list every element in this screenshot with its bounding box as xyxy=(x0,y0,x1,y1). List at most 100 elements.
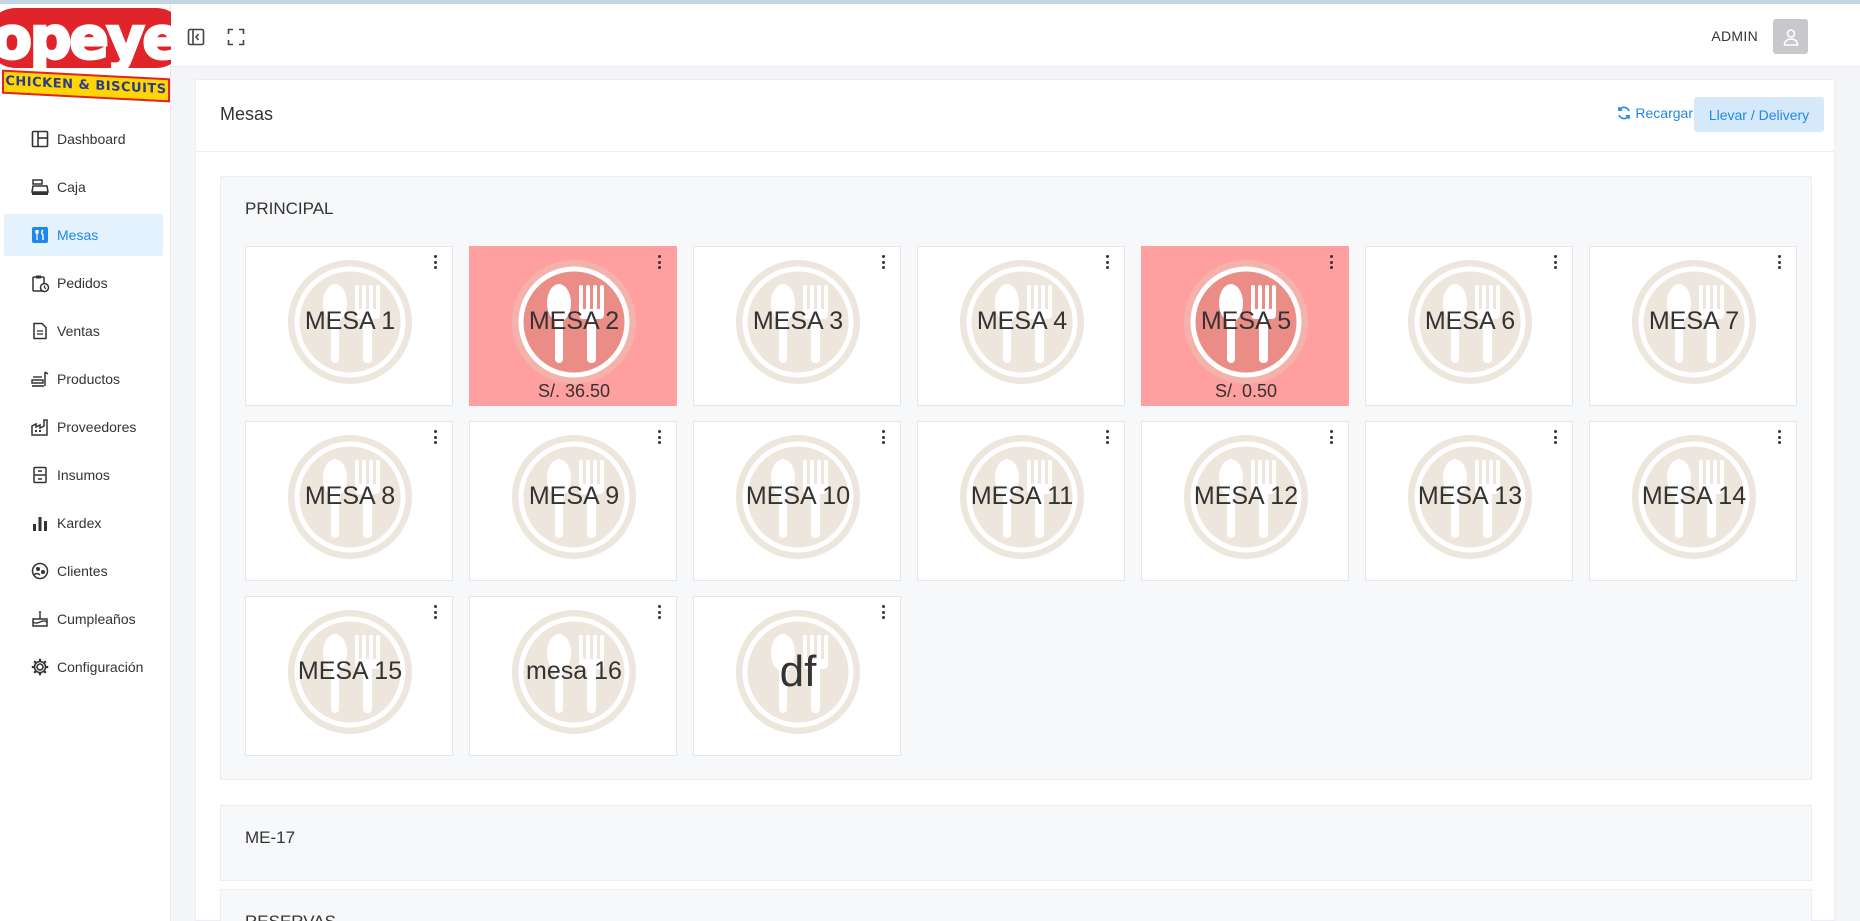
avatar[interactable] xyxy=(1773,19,1808,54)
sidebar-item-ventas[interactable]: Ventas xyxy=(4,310,163,352)
delivery-button[interactable]: Llevar / Delivery xyxy=(1694,97,1824,132)
logo-wordmark: opeye xyxy=(0,7,171,70)
sidebar-item-clientes[interactable]: Clientes xyxy=(4,550,163,592)
table-name: MESA 5 xyxy=(1200,307,1292,335)
section-me-17: ME-17 xyxy=(220,805,1812,881)
sidebar-item-caja[interactable]: Caja xyxy=(4,166,163,208)
more-vertical-icon[interactable] xyxy=(1774,253,1784,271)
sidebar-toggle-icon xyxy=(187,28,205,46)
logo-tagline: CHICKEN & BISCUITS xyxy=(2,69,170,103)
sidebar-item-label: Clientes xyxy=(57,563,108,579)
section-title: ME-17 xyxy=(245,828,296,847)
table-name: MESA 1 xyxy=(304,307,396,335)
toggle-sidebar-button[interactable] xyxy=(183,24,209,50)
section-reservas: RESERVAS xyxy=(220,889,1812,921)
table-name: MESA 8 xyxy=(304,482,396,510)
sidebar-item-cumpleanos[interactable]: Cumpleaños xyxy=(4,598,163,640)
sidebar-item-label: Ventas xyxy=(57,323,100,339)
section-title: RESERVAS xyxy=(245,912,336,921)
table-name: MESA 6 xyxy=(1424,307,1516,335)
cake-icon xyxy=(29,608,51,630)
section-title: PRINCIPAL xyxy=(245,199,334,218)
gear-icon xyxy=(29,656,51,678)
more-vertical-icon[interactable] xyxy=(430,253,440,271)
table-card[interactable]: MESA 1 xyxy=(245,246,453,406)
sidebar-item-label: Cumpleaños xyxy=(57,611,136,627)
more-vertical-icon[interactable] xyxy=(1774,428,1784,446)
document-icon xyxy=(29,320,51,342)
table-card[interactable]: MESA 8 xyxy=(245,421,453,581)
sidebar-item-kardex[interactable]: Kardex xyxy=(4,502,163,544)
clipboard-clock-icon xyxy=(29,272,51,294)
table-name: MESA 13 xyxy=(1417,482,1523,510)
factory-icon xyxy=(29,416,51,438)
sidebar-nav: Dashboard Caja Mesas Pedidos Ventas Productos… xyxy=(4,118,163,694)
table-name: MESA 4 xyxy=(976,307,1068,335)
table-name: MESA 15 xyxy=(297,657,403,685)
sidebar-item-label: Kardex xyxy=(57,515,102,531)
sidebar-item-label: Caja xyxy=(57,179,86,195)
dashboard-icon xyxy=(29,128,51,150)
topbar: ADMIN xyxy=(171,4,1860,67)
products-icon xyxy=(29,368,51,390)
more-vertical-icon[interactable] xyxy=(878,253,888,271)
table-amount: S/. 36.50 xyxy=(537,381,611,401)
more-vertical-icon[interactable] xyxy=(430,428,440,446)
table-card[interactable]: df xyxy=(693,596,901,756)
sidebar-item-insumos[interactable]: Insumos xyxy=(4,454,163,496)
sidebar-item-label: Insumos xyxy=(57,467,110,483)
table-card[interactable]: MESA 12 xyxy=(1141,421,1349,581)
table-card[interactable]: MESA 15 xyxy=(245,596,453,756)
user-name[interactable]: ADMIN xyxy=(1711,28,1758,44)
reload-button[interactable]: Recargar xyxy=(1616,105,1693,121)
table-amount: S/. 0.50 xyxy=(1214,381,1278,401)
user-icon xyxy=(1783,28,1798,46)
table-card[interactable]: MESA 10 xyxy=(693,421,901,581)
utensils-icon xyxy=(29,224,51,246)
table-card[interactable]: MESA 5 S/. 0.50 xyxy=(1141,246,1349,406)
refresh-icon xyxy=(1618,106,1631,120)
more-vertical-icon[interactable] xyxy=(654,253,664,271)
table-card[interactable]: MESA 13 xyxy=(1365,421,1573,581)
bar-chart-icon xyxy=(29,512,51,534)
main-panel: Mesas Recargar Llevar / Delivery PRINCIP… xyxy=(195,79,1835,921)
more-vertical-icon[interactable] xyxy=(1102,253,1112,271)
clients-icon xyxy=(29,560,51,582)
page-title: Mesas xyxy=(220,104,274,124)
table-card[interactable]: MESA 3 xyxy=(693,246,901,406)
more-vertical-icon[interactable] xyxy=(1102,428,1112,446)
table-card[interactable]: mesa 16 xyxy=(469,596,677,756)
table-name: df xyxy=(779,647,817,696)
table-card[interactable]: MESA 11 xyxy=(917,421,1125,581)
more-vertical-icon[interactable] xyxy=(878,603,888,621)
more-vertical-icon[interactable] xyxy=(1326,428,1336,446)
sidebar-item-label: Dashboard xyxy=(57,131,126,147)
sidebar-item-label: Mesas xyxy=(57,227,99,243)
more-vertical-icon[interactable] xyxy=(1550,253,1560,271)
table-name: MESA 3 xyxy=(752,307,844,335)
fullscreen-button[interactable] xyxy=(223,24,249,50)
table-card[interactable]: MESA 6 xyxy=(1365,246,1573,406)
sidebar: opeye CHICKEN & BISCUITS Dashboard Caja Me… xyxy=(0,4,171,921)
more-vertical-icon[interactable] xyxy=(1550,428,1560,446)
more-vertical-icon[interactable] xyxy=(1326,253,1336,271)
sidebar-item-configuracion[interactable]: Configuración xyxy=(4,646,163,688)
table-card[interactable]: MESA 14 xyxy=(1589,421,1797,581)
table-card[interactable]: MESA 9 xyxy=(469,421,677,581)
sidebar-item-productos[interactable]: Productos xyxy=(4,358,163,400)
more-vertical-icon[interactable] xyxy=(654,428,664,446)
more-vertical-icon[interactable] xyxy=(430,603,440,621)
brand-logo[interactable]: opeye CHICKEN & BISCUITS xyxy=(0,4,171,104)
sidebar-item-pedidos[interactable]: Pedidos xyxy=(4,262,163,304)
sidebar-item-proveedores[interactable]: Proveedores xyxy=(4,406,163,448)
table-name: MESA 14 xyxy=(1641,482,1747,510)
table-card[interactable]: MESA 2 S/. 36.50 xyxy=(469,246,677,406)
table-card[interactable]: MESA 7 xyxy=(1589,246,1797,406)
more-vertical-icon[interactable] xyxy=(654,603,664,621)
cash-register-icon xyxy=(29,176,51,198)
more-vertical-icon[interactable] xyxy=(878,428,888,446)
sidebar-item-dashboard[interactable]: Dashboard xyxy=(4,118,163,160)
table-card[interactable]: MESA 4 xyxy=(917,246,1125,406)
table-name: mesa 16 xyxy=(526,657,622,685)
sidebar-item-mesas[interactable]: Mesas xyxy=(4,214,163,256)
